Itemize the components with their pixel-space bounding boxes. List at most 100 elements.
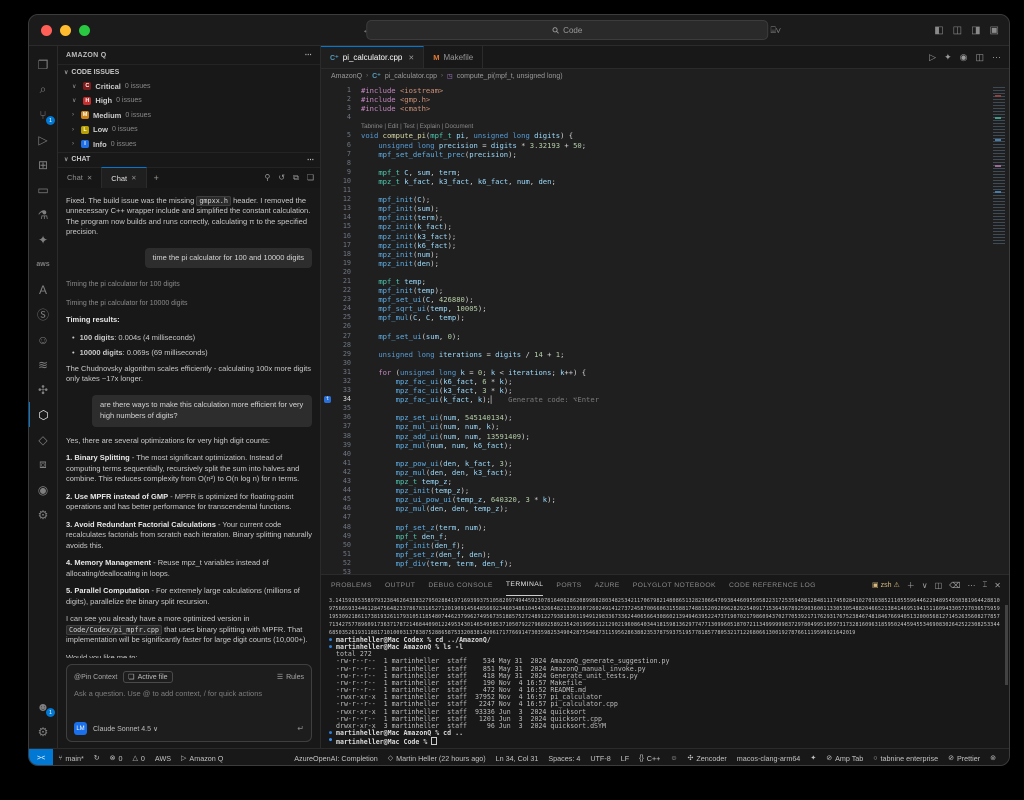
send-enter-icon[interactable]: ↵	[297, 724, 304, 733]
panel-right-toggle-icon[interactable]: ◨	[971, 25, 980, 36]
s-coin-icon[interactable]: Ⓢ	[29, 302, 57, 327]
zencoder-icon[interactable]: ✣	[29, 377, 57, 402]
robot-icon[interactable]: ☺	[29, 327, 57, 352]
statusbar-zencoder[interactable]: ✣Zencoder	[683, 754, 732, 763]
rules-button[interactable]: ☰Rules	[277, 673, 304, 681]
chat-tab-0[interactable]: Chat✕	[58, 168, 101, 188]
close-panel-icon[interactable]: ✕	[994, 581, 1001, 590]
terminal-dropdown-icon[interactable]: ∨	[922, 581, 928, 590]
new-chat-tab-button[interactable]: +	[147, 173, 166, 183]
close-tab-icon[interactable]: ✕	[408, 54, 414, 62]
amazon-q-icon[interactable]: ⬡	[29, 402, 58, 427]
panel-left-toggle-icon[interactable]: ◧	[934, 25, 943, 36]
code-issues-header[interactable]: ∨CODE ISSUES	[58, 64, 320, 79]
statusbar-blame[interactable]: ◇Martin Heller (22 hours ago)	[383, 754, 491, 763]
terminal-scrollbar[interactable]	[1005, 605, 1008, 685]
azure-icon[interactable]: A	[29, 277, 57, 302]
close-tab-icon[interactable]: ✕	[87, 174, 92, 182]
layout-toggle-icon[interactable]: ▣	[990, 25, 999, 36]
split-terminal-icon[interactable]: ◫	[935, 581, 943, 590]
panel-tab-problems[interactable]: PROBLEMS	[331, 575, 372, 595]
statusbar-eol[interactable]: LF	[616, 754, 634, 763]
statusbar-prettier[interactable]: ⊘Prettier	[943, 754, 985, 763]
code-editor[interactable]: 1#include <iostream>2#include <gmp.h>3#i…	[321, 83, 1009, 574]
remote-explorer-icon[interactable]: ▭	[29, 177, 57, 202]
breadcrumb-item[interactable]: compute_pi(mpf_t, unsigned long)	[457, 73, 563, 80]
account-icon[interactable]: ☻1	[29, 694, 57, 719]
tabnine-gutter-icon[interactable]: t	[324, 396, 331, 403]
sparkle-icon[interactable]: ✦	[944, 52, 952, 63]
tabnine-waves-icon[interactable]: ≋	[29, 352, 57, 377]
extensions-icon[interactable]: ⊞	[29, 152, 57, 177]
terminal[interactable]: 3.14159265358979323846264338327950288419…	[321, 595, 1009, 748]
model-selector[interactable]: Claude Sonnet 4.5 ∨	[93, 725, 158, 733]
zoom-window-button[interactable]	[79, 25, 90, 36]
issue-row-info[interactable]: ›IInfo0 issues	[58, 137, 320, 152]
chat-section-header[interactable]: ∨CHAT ⋯	[58, 152, 320, 167]
breadcrumb-item[interactable]: AmazonQ	[331, 73, 362, 80]
tabnine-icon[interactable]: ◉	[960, 52, 968, 63]
pin-icon[interactable]: ⚲	[265, 173, 271, 183]
statusbar-cursor-position[interactable]: Ln 34, Col 31	[491, 754, 544, 763]
minimap[interactable]	[993, 87, 1005, 245]
statusbar-encoding[interactable]: UTF-8	[585, 754, 615, 763]
statusbar-kit[interactable]: macos-clang-arm64	[732, 754, 806, 763]
cube-icon[interactable]: ⧈	[29, 452, 57, 477]
statusbar-feedback[interactable]: ☺	[665, 755, 682, 762]
source-control-icon[interactable]: ⑂1	[29, 102, 57, 127]
statusbar-amp-tab[interactable]: ⊘Amp Tab	[821, 754, 868, 763]
panel-tab-debug-console[interactable]: DEBUG CONSOLE	[428, 575, 493, 595]
settings-gear-icon[interactable]: ⚙	[29, 719, 57, 744]
sparkle-icon[interactable]: ✦	[29, 227, 57, 252]
play-hex-icon[interactable]: ◇	[29, 427, 57, 452]
explorer-icon[interactable]: ❐	[29, 52, 57, 77]
issue-row-critical[interactable]: ∨CCritical0 issues	[58, 79, 320, 94]
statusbar-tabnine[interactable]: ○tabnine enterprise	[868, 754, 943, 763]
chat-tab-1[interactable]: Chat✕	[101, 167, 146, 188]
more-actions-icon[interactable]: ⋯	[992, 52, 1001, 63]
panel-tab-code-reference-log[interactable]: CODE REFERENCE LOG	[729, 575, 816, 595]
history-icon[interactable]: ↺	[278, 173, 285, 183]
run-debug-icon[interactable]: ▷	[29, 127, 57, 152]
chat-input-box[interactable]: @Pin Context ❏Active file ☰Rules Ask a q…	[66, 664, 312, 742]
file-gear-icon[interactable]: ⚙	[29, 502, 57, 527]
breadcrumb[interactable]: AmazonQ›C⁺pi_calculator.cpp›◳compute_pi(…	[321, 69, 1009, 83]
statusbar-git-branch[interactable]: ⑂main*	[53, 754, 89, 763]
codelens-actions[interactable]: Tabnine | Edit | Test | Explain | Docume…	[361, 122, 473, 131]
close-tab-icon[interactable]: ✕	[131, 174, 136, 182]
chat-input-placeholder[interactable]: Ask a question. Use @ to add context, / …	[74, 689, 304, 698]
chat-more-actions-icon[interactable]: ⋯	[307, 156, 314, 164]
panel-tab-azure[interactable]: AZURE	[595, 575, 620, 595]
statusbar-notifications-bell[interactable]: ⊚	[985, 754, 1001, 762]
statusbar-sparkle[interactable]: ✦	[805, 754, 821, 762]
kill-terminal-icon[interactable]: ⌫	[949, 581, 960, 590]
statusbar-language-mode[interactable]: {}C++	[634, 754, 665, 763]
panel-tab-ports[interactable]: PORTS	[556, 575, 581, 595]
minimize-window-button[interactable]	[60, 25, 71, 36]
chat-message-list[interactable]: Fixed. The build issue was the missing g…	[58, 188, 320, 659]
statusbar-sync[interactable]: ↻	[89, 754, 105, 762]
panel-tab-polyglot-notebook[interactable]: POLYGLOT NOTEBOOK	[633, 575, 716, 595]
panel-bottom-toggle-icon[interactable]: ◫	[953, 25, 962, 36]
active-file-chip[interactable]: ❏Active file	[123, 671, 172, 683]
copilot-icon[interactable]: ◉	[29, 477, 57, 502]
split-editor-icon[interactable]: ◫	[975, 52, 984, 63]
statusbar-warnings[interactable]: △0	[128, 754, 150, 763]
new-file-icon[interactable]: ❏	[307, 173, 314, 183]
testing-icon[interactable]: ⚗	[29, 202, 57, 227]
panel-more-icon[interactable]: ⋯	[967, 581, 975, 590]
run-button[interactable]: ▷	[929, 52, 936, 63]
statusbar-azure-openai[interactable]: AzureOpenAI: Completion	[289, 754, 383, 763]
new-terminal-icon[interactable]: ＋	[907, 580, 915, 591]
breadcrumb-item[interactable]: pi_calculator.cpp	[385, 73, 437, 80]
issue-row-low[interactable]: ›LLow0 issues	[58, 123, 320, 138]
statusbar-problems[interactable]: ⊗0	[105, 754, 128, 763]
statusbar-amazon-q-status[interactable]: ▷Amazon Q	[176, 754, 228, 763]
search-icon[interactable]: ⌕	[29, 77, 57, 102]
editor-tab-pi_calculator.cpp[interactable]: C⁺pi_calculator.cpp✕	[321, 46, 424, 68]
statusbar-indentation[interactable]: Spaces: 4	[543, 754, 585, 763]
remote-indicator[interactable]: ><	[29, 749, 53, 766]
close-window-button[interactable]	[41, 25, 52, 36]
editor-tab-Makefile[interactable]: MMakefile	[424, 46, 483, 68]
panel-tab-output[interactable]: OUTPUT	[385, 575, 415, 595]
